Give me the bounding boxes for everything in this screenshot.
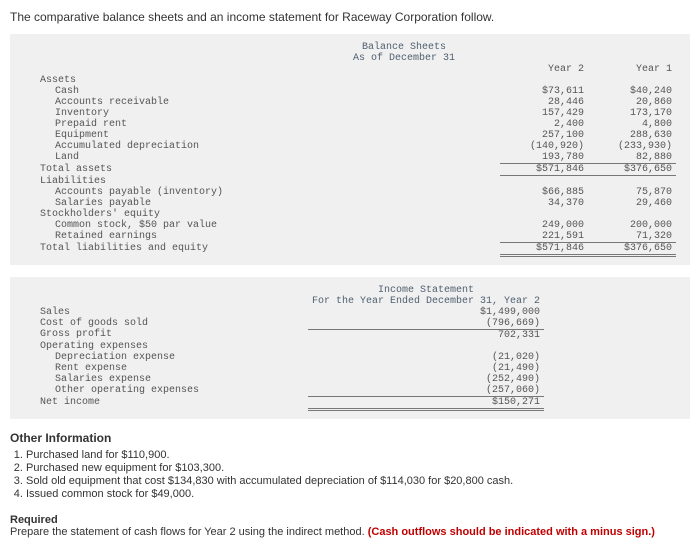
liabilities-label: Liabilities xyxy=(10,176,308,187)
table-row: Salaries payable xyxy=(10,198,308,209)
balance-sheet-table: Balance Sheets As of December 31 Year 2Y… xyxy=(10,42,690,257)
required-warning: (Cash outflows should be indicated with … xyxy=(368,526,655,538)
table-row: Prepaid rent xyxy=(10,119,308,130)
table-row: Cash xyxy=(10,86,308,97)
table-row: Sales xyxy=(10,307,308,318)
bs-col2: Year 1 xyxy=(588,64,676,75)
table-row: Land xyxy=(10,152,308,164)
bs-title1: Balance Sheets xyxy=(308,42,500,53)
required-heading: Required xyxy=(10,514,690,526)
table-row: Inventory xyxy=(10,108,308,119)
table-row: Depreciation expense xyxy=(10,352,308,363)
list-item: Purchased land for $110,900. xyxy=(26,449,690,461)
bs-col1: Year 2 xyxy=(500,64,588,75)
assets-label: Assets xyxy=(10,75,308,86)
list-item: Sold old equipment that cost $134,830 wi… xyxy=(26,475,690,487)
other-info-heading: Other Information xyxy=(10,431,690,445)
net-income-label: Net income xyxy=(10,396,308,409)
table-row: Salaries expense xyxy=(10,374,308,385)
income-statement-block: Income Statement For the Year Ended Dece… xyxy=(10,277,690,419)
is-title1: Income Statement xyxy=(308,285,544,296)
total-assets-label: Total assets xyxy=(10,164,308,176)
intro-text: The comparative balance sheets and an in… xyxy=(10,10,690,24)
is-title2: For the Year Ended December 31, Year 2 xyxy=(308,296,544,307)
table-row: Rent expense xyxy=(10,363,308,374)
table-row: Other operating expenses xyxy=(10,385,308,397)
table-row: Gross profit xyxy=(10,329,308,341)
se-label: Stockholders' equity xyxy=(10,209,308,220)
table-row: Accumulated depreciation xyxy=(10,141,308,152)
other-info-list: Purchased land for $110,900. Purchased n… xyxy=(10,449,690,500)
table-row: Retained earnings xyxy=(10,231,308,243)
table-row: Accounts payable (inventory) xyxy=(10,187,308,198)
table-row: Accounts receivable xyxy=(10,97,308,108)
table-row: Cost of goods sold xyxy=(10,318,308,330)
table-row: Common stock, $50 par value xyxy=(10,220,308,231)
opex-label: Operating expenses xyxy=(10,341,308,352)
balance-sheet-block: Balance Sheets As of December 31 Year 2Y… xyxy=(10,34,690,265)
total-le-label: Total liabilities and equity xyxy=(10,242,308,255)
list-item: Purchased new equipment for $103,300. xyxy=(26,462,690,474)
required-text: Prepare the statement of cash flows for … xyxy=(10,526,690,538)
income-statement-table: Income Statement For the Year Ended Dece… xyxy=(10,285,690,411)
bs-title2: As of December 31 xyxy=(308,53,500,64)
table-row: Equipment xyxy=(10,130,308,141)
list-item: Issued common stock for $49,000. xyxy=(26,488,690,500)
